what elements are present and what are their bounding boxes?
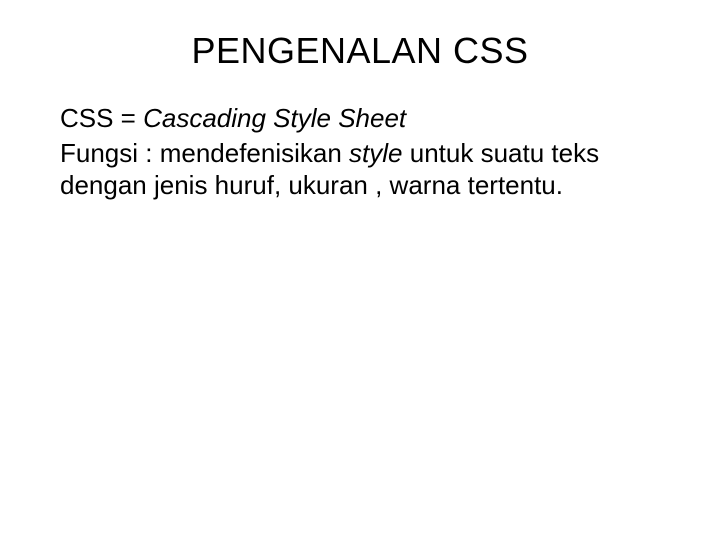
function-italic-word: style bbox=[349, 138, 402, 168]
definition-prefix: CSS = bbox=[60, 103, 143, 133]
function-line: Fungsi : mendefenisikan style untuk suat… bbox=[60, 137, 660, 202]
slide-body: CSS = Cascading Style Sheet Fungsi : men… bbox=[60, 102, 660, 202]
definition-line: CSS = Cascading Style Sheet bbox=[60, 102, 660, 135]
function-prefix: Fungsi : mendefenisikan bbox=[60, 138, 349, 168]
slide-title: PENGENALAN CSS bbox=[60, 30, 660, 72]
definition-expansion: Cascading Style Sheet bbox=[143, 103, 406, 133]
